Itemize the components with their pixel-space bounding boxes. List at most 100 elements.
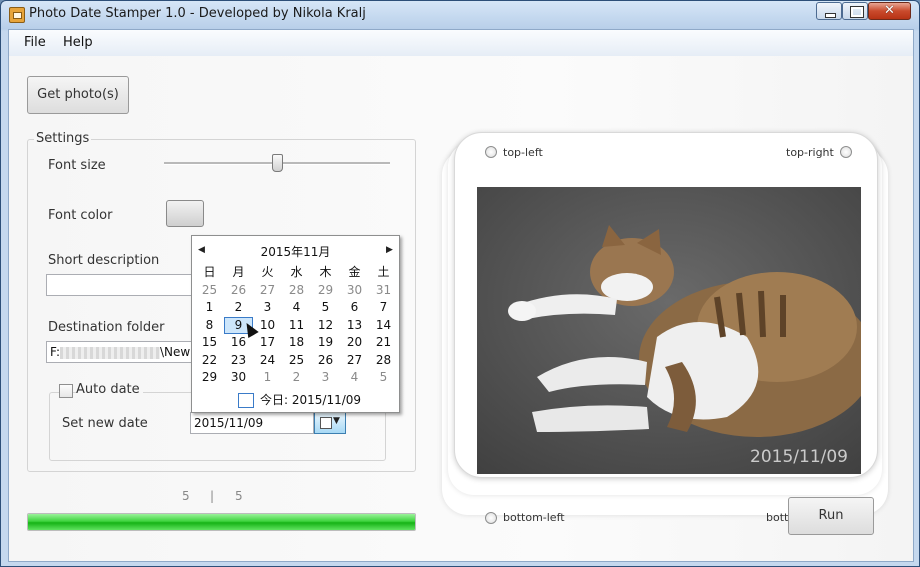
today-marker-icon (238, 393, 254, 408)
calendar-day[interactable]: 25 (195, 282, 224, 300)
weekday-header: 月 (232, 265, 245, 279)
prev-month-icon[interactable]: ◀ (198, 245, 205, 255)
client-area: File Help Get photo(s) Settings Font siz… (8, 29, 914, 562)
cat-photo-image (477, 187, 861, 474)
next-month-icon[interactable]: ▶ (386, 245, 393, 255)
font-color-label: Font color (48, 208, 113, 223)
progress-current: 5 (182, 489, 190, 503)
radio-top-left[interactable] (485, 146, 497, 158)
menu-help[interactable]: Help (63, 35, 93, 50)
calendar-week-row: 22 23 24 25 26 27 28 (195, 352, 398, 370)
calendar-day[interactable]: 30 (224, 369, 253, 387)
date-picker-dropdown-button[interactable]: ▼ (314, 412, 346, 434)
minimize-button[interactable] (816, 2, 842, 20)
calendar-day[interactable]: 1 (195, 299, 224, 317)
auto-date-checkbox[interactable] (59, 384, 73, 398)
top-right-label: top-right (786, 146, 834, 159)
close-button[interactable]: ✕ (868, 2, 911, 20)
calendar-day[interactable]: 5 (311, 299, 340, 317)
calendar-day[interactable]: 30 (340, 282, 369, 300)
photo-preview: 2015/11/09 (477, 187, 861, 474)
calendar-day[interactable]: 23 (224, 352, 253, 370)
close-icon: ✕ (884, 3, 895, 18)
radio-top-right[interactable] (840, 146, 852, 158)
calendar-day[interactable]: 17 (253, 334, 282, 352)
font-size-slider-thumb[interactable] (272, 154, 283, 172)
calendar-day[interactable]: 28 (282, 282, 311, 300)
calendar-week-row: 29 30 1 2 3 4 5 (195, 369, 398, 387)
calendar-day[interactable]: 4 (340, 369, 369, 387)
title-bar[interactable]: Photo Date Stamper 1.0 - Developed by Ni… (1, 1, 919, 29)
set-new-date-label: Set new date (62, 416, 148, 431)
app-calendar-icon (9, 7, 25, 23)
calendar-day[interactable]: 2 (224, 299, 253, 317)
calendar-day[interactable]: 29 (311, 282, 340, 300)
settings-legend: Settings (34, 131, 92, 146)
calendar-day[interactable]: 8 (195, 317, 224, 335)
calendar-day[interactable]: 31 (369, 282, 398, 300)
destination-folder-label: Destination folder (48, 320, 165, 335)
chevron-down-icon: ▼ (333, 416, 340, 426)
calendar-day[interactable]: 26 (311, 352, 340, 370)
weekday-header: 土 (377, 265, 390, 279)
calendar-day[interactable]: 20 (340, 334, 369, 352)
progress-separator: | (210, 489, 215, 503)
calendar-day[interactable]: 3 (253, 299, 282, 317)
calendar-day[interactable]: 19 (311, 334, 340, 352)
font-color-button[interactable] (166, 200, 204, 227)
calendar-popup: ◀ 2015年11月 ▶ 日月火水木金土 25 26 27 28 29 30 31 1 2 3 4 5 6… (191, 235, 400, 413)
calendar-icon (320, 417, 332, 429)
get-photos-button[interactable]: Get photo(s) (27, 76, 129, 114)
calendar-week-row: 8 9 10 11 12 13 14 (195, 316, 398, 335)
today-text: 今日: 2015/11/09 (260, 393, 362, 407)
short-description-label: Short description (48, 253, 160, 268)
bottom-left-label: bottom-left (503, 511, 565, 524)
short-description-input[interactable] (46, 274, 196, 296)
calendar-day[interactable]: 1 (253, 369, 282, 387)
calendar-day[interactable]: 25 (282, 352, 311, 370)
calendar-today-link[interactable]: 今日: 2015/11/09 (238, 391, 361, 408)
run-button[interactable]: Run (788, 497, 874, 535)
calendar-day[interactable]: 3 (311, 369, 340, 387)
blurred-path (60, 346, 161, 359)
calendar-day[interactable]: 11 (282, 317, 311, 335)
progress-fill (28, 514, 415, 530)
calendar-day[interactable]: 24 (253, 352, 282, 370)
maximize-button[interactable] (842, 2, 868, 20)
calendar-day[interactable]: 15 (195, 334, 224, 352)
calendar-day[interactable]: 18 (282, 334, 311, 352)
calendar-day[interactable]: 5 (369, 369, 398, 387)
progress-bar (27, 513, 416, 531)
calendar-grid: 日月火水木金土 25 26 27 28 29 30 31 1 2 3 4 5 6 7 8 9 10 11 12 13 14… (195, 264, 398, 387)
date-stamp-overlay: 2015/11/09 (750, 447, 848, 467)
weekday-header: 火 (261, 265, 274, 279)
calendar-week-row: 15 16 17 18 19 20 21 (195, 334, 398, 352)
destination-suffix: \New (160, 345, 191, 359)
calendar-day[interactable]: 12 (311, 317, 340, 335)
calendar-day[interactable]: 22 (195, 352, 224, 370)
menu-bar: File Help (9, 30, 913, 56)
calendar-day[interactable]: 6 (340, 299, 369, 317)
calendar-day[interactable]: 14 (369, 317, 398, 335)
calendar-day[interactable]: 21 (369, 334, 398, 352)
calendar-day[interactable]: 2 (282, 369, 311, 387)
radio-bottom-left[interactable] (485, 512, 497, 524)
calendar-day[interactable]: 27 (340, 352, 369, 370)
calendar-day[interactable]: 26 (224, 282, 253, 300)
app-window: Photo Date Stamper 1.0 - Developed by Ni… (0, 0, 920, 567)
font-size-label: Font size (48, 158, 106, 173)
calendar-day[interactable]: 13 (340, 317, 369, 335)
calendar-day[interactable]: 29 (195, 369, 224, 387)
weekday-header: 水 (290, 265, 303, 279)
menu-file[interactable]: File (24, 35, 46, 50)
date-picker-input[interactable]: 2015/11/09 (190, 412, 314, 434)
calendar-day[interactable]: 7 (369, 299, 398, 317)
weekday-header: 日 (203, 265, 216, 279)
calendar-day[interactable]: 27 (253, 282, 282, 300)
destination-folder-input[interactable]: F: \New (46, 341, 196, 363)
calendar-day[interactable]: 4 (282, 299, 311, 317)
weekday-header: 木 (319, 265, 332, 279)
calendar-month-title[interactable]: 2015年11月 (232, 243, 359, 260)
calendar-day[interactable]: 28 (369, 352, 398, 370)
top-left-label: top-left (503, 146, 543, 159)
